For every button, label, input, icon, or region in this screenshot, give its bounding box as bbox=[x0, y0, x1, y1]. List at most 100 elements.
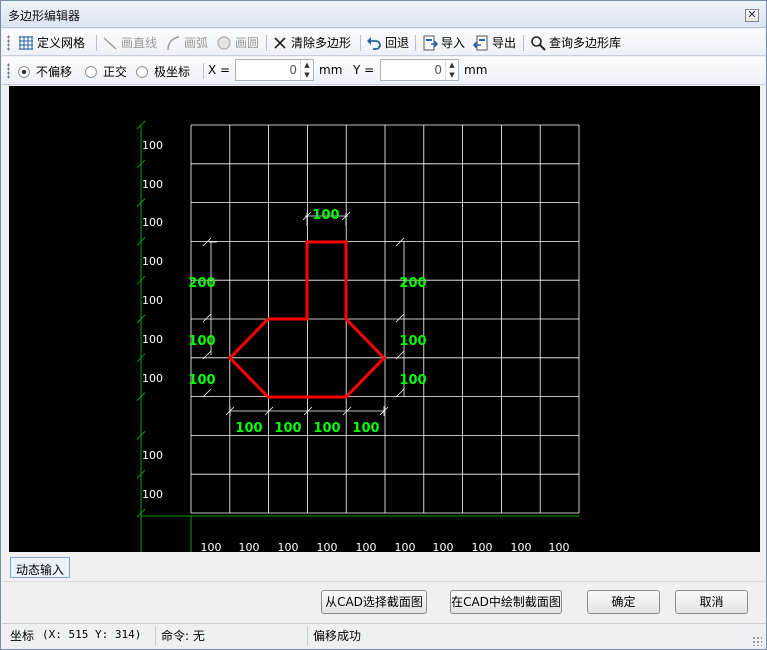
col-label: 100 bbox=[239, 541, 260, 552]
circle-icon bbox=[216, 35, 232, 51]
col-label: 100 bbox=[395, 541, 416, 552]
dynamic-input-toggle[interactable]: 动态输入 bbox=[10, 557, 71, 578]
window-title: 多边形编辑器 bbox=[8, 9, 81, 23]
dim-text-bottom: 100 bbox=[235, 421, 262, 436]
divider bbox=[2, 581, 765, 582]
col-label: 100 bbox=[433, 541, 454, 552]
main-toolbar: 定义网格 画直线 画弧 画圆 清除多边形 回退 导入 导出 查询多边形库 bbox=[2, 29, 765, 56]
radio-button[interactable] bbox=[136, 65, 148, 78]
close-button[interactable]: ✕ bbox=[745, 9, 759, 22]
y-unit: mm bbox=[464, 63, 488, 77]
status-bar: 坐标 (X: 515 Y: 314) 命令: 无 偏移成功 bbox=[2, 623, 765, 649]
define-grid-button[interactable]: 定义网格 bbox=[18, 33, 85, 52]
export-icon bbox=[473, 35, 489, 51]
dim-text-right-mid: 100 bbox=[399, 334, 426, 349]
dim-text-right-lower: 100 bbox=[399, 373, 426, 388]
draw-line-button[interactable]: 画直线 bbox=[102, 33, 157, 52]
canvas-svg[interactable]: 100 100 100 100 100 100 100 100 100 100 … bbox=[9, 86, 760, 552]
cancel-button[interactable]: 取消 bbox=[675, 590, 748, 614]
row-label: 100 bbox=[142, 255, 163, 268]
undo-icon bbox=[366, 35, 382, 51]
dim-text-left-mid: 100 bbox=[188, 334, 215, 349]
status-message: 偏移成功 bbox=[313, 629, 362, 643]
command-status: 命令: 无 bbox=[161, 629, 205, 643]
draw-circle-label: 画圆 bbox=[235, 36, 260, 50]
y-value: 0 bbox=[434, 63, 442, 77]
col-label: 100 bbox=[511, 541, 532, 552]
separator bbox=[96, 35, 97, 51]
define-grid-label: 定义网格 bbox=[37, 36, 86, 50]
row-label: 100 bbox=[142, 488, 163, 501]
radio-polar[interactable]: 极坐标 bbox=[136, 63, 190, 80]
row-label: 100 bbox=[142, 449, 163, 462]
x-spin-arrows[interactable]: ▲ ▼ bbox=[300, 60, 313, 80]
row-label: 100 bbox=[142, 294, 163, 307]
title-bar[interactable]: 多边形编辑器 ✕ bbox=[1, 1, 766, 28]
radio-orthogonal[interactable]: 正交 bbox=[85, 63, 127, 80]
x-icon bbox=[272, 35, 288, 51]
col-label: 100 bbox=[549, 541, 570, 552]
dim-text-left-upper: 200 bbox=[188, 276, 215, 291]
status-divider bbox=[307, 626, 308, 646]
radio-button[interactable] bbox=[85, 65, 97, 78]
separator bbox=[203, 63, 204, 79]
col-label: 100 bbox=[356, 541, 377, 552]
y-spin-arrows[interactable]: ▲ ▼ bbox=[445, 60, 458, 80]
coord-value: (X: 515 Y: 314) bbox=[42, 628, 142, 641]
col-label: 100 bbox=[201, 541, 222, 552]
export-label: 导出 bbox=[492, 36, 517, 50]
export-button[interactable]: 导出 bbox=[473, 33, 516, 52]
separator bbox=[266, 35, 267, 51]
line-icon bbox=[102, 35, 118, 51]
radio-label: 极坐标 bbox=[154, 65, 191, 79]
draw-arc-button[interactable]: 画弧 bbox=[165, 33, 208, 52]
radio-label: 不偏移 bbox=[36, 65, 73, 79]
dim-text-right-upper: 200 bbox=[399, 276, 426, 291]
dim-text-bottom: 100 bbox=[313, 421, 340, 436]
query-library-button[interactable]: 查询多边形库 bbox=[530, 33, 621, 52]
draw-arc-label: 画弧 bbox=[184, 36, 209, 50]
clear-polygon-label: 清除多边形 bbox=[291, 36, 352, 50]
col-label: 100 bbox=[278, 541, 299, 552]
x-input[interactable]: 0 ▲ ▼ bbox=[235, 59, 314, 81]
dimension-lines bbox=[202, 211, 405, 416]
column-labels: 100 100 100 100 100 100 100 100 100 100 bbox=[201, 541, 570, 552]
status-divider bbox=[155, 626, 156, 646]
x-label: X = bbox=[208, 63, 231, 77]
row-labels: 100 100 100 100 100 100 100 100 100 bbox=[142, 139, 163, 501]
col-label: 100 bbox=[317, 541, 338, 552]
grid-icon bbox=[18, 35, 34, 51]
draw-in-cad-button[interactable]: 在CAD中绘制截面图 bbox=[450, 590, 562, 614]
radio-button[interactable] bbox=[18, 65, 30, 78]
import-label: 导入 bbox=[441, 36, 466, 50]
undo-label: 回退 bbox=[385, 36, 410, 50]
row-label: 100 bbox=[142, 139, 163, 152]
search-icon bbox=[530, 35, 546, 51]
dim-text-top: 100 bbox=[312, 208, 339, 223]
grid bbox=[190, 124, 580, 514]
y-input[interactable]: 0 ▲ ▼ bbox=[380, 59, 459, 81]
toolbar-grip[interactable] bbox=[7, 63, 10, 79]
draw-circle-button[interactable]: 画圆 bbox=[216, 33, 259, 52]
coord-label: 坐标 bbox=[10, 629, 35, 643]
query-library-label: 查询多边形库 bbox=[549, 36, 622, 50]
radio-no-offset[interactable]: 不偏移 bbox=[18, 63, 72, 80]
separator bbox=[415, 35, 416, 51]
select-from-cad-button[interactable]: 从CAD选择截面图 bbox=[321, 590, 427, 614]
separator bbox=[523, 35, 524, 51]
row-label: 100 bbox=[142, 333, 163, 346]
draw-line-label: 画直线 bbox=[121, 36, 158, 50]
import-icon bbox=[422, 35, 438, 51]
col-label: 100 bbox=[472, 541, 493, 552]
x-unit: mm bbox=[319, 63, 343, 77]
undo-button[interactable]: 回退 bbox=[366, 33, 409, 52]
resize-grip[interactable] bbox=[752, 636, 762, 646]
ok-button[interactable]: 确定 bbox=[587, 590, 660, 614]
clear-polygon-button[interactable]: 清除多边形 bbox=[272, 33, 351, 52]
import-button[interactable]: 导入 bbox=[422, 33, 465, 52]
toolbar-grip[interactable] bbox=[7, 35, 10, 51]
drawing-canvas[interactable]: 100 100 100 100 100 100 100 100 100 100 … bbox=[9, 86, 760, 552]
radio-label: 正交 bbox=[103, 65, 128, 79]
row-label: 100 bbox=[142, 178, 163, 191]
dim-text-bottom: 100 bbox=[352, 421, 379, 436]
